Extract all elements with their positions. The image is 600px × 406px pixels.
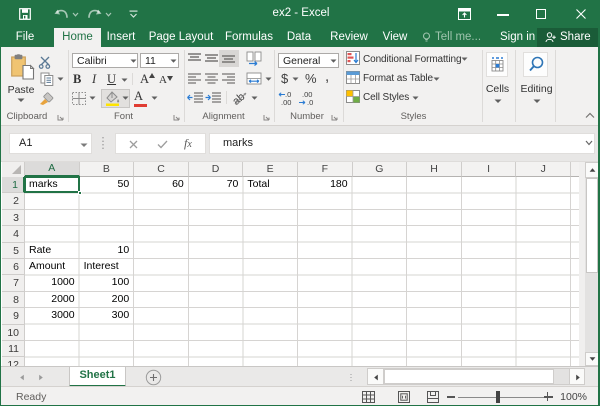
svg-text:ab: ab xyxy=(232,91,247,106)
